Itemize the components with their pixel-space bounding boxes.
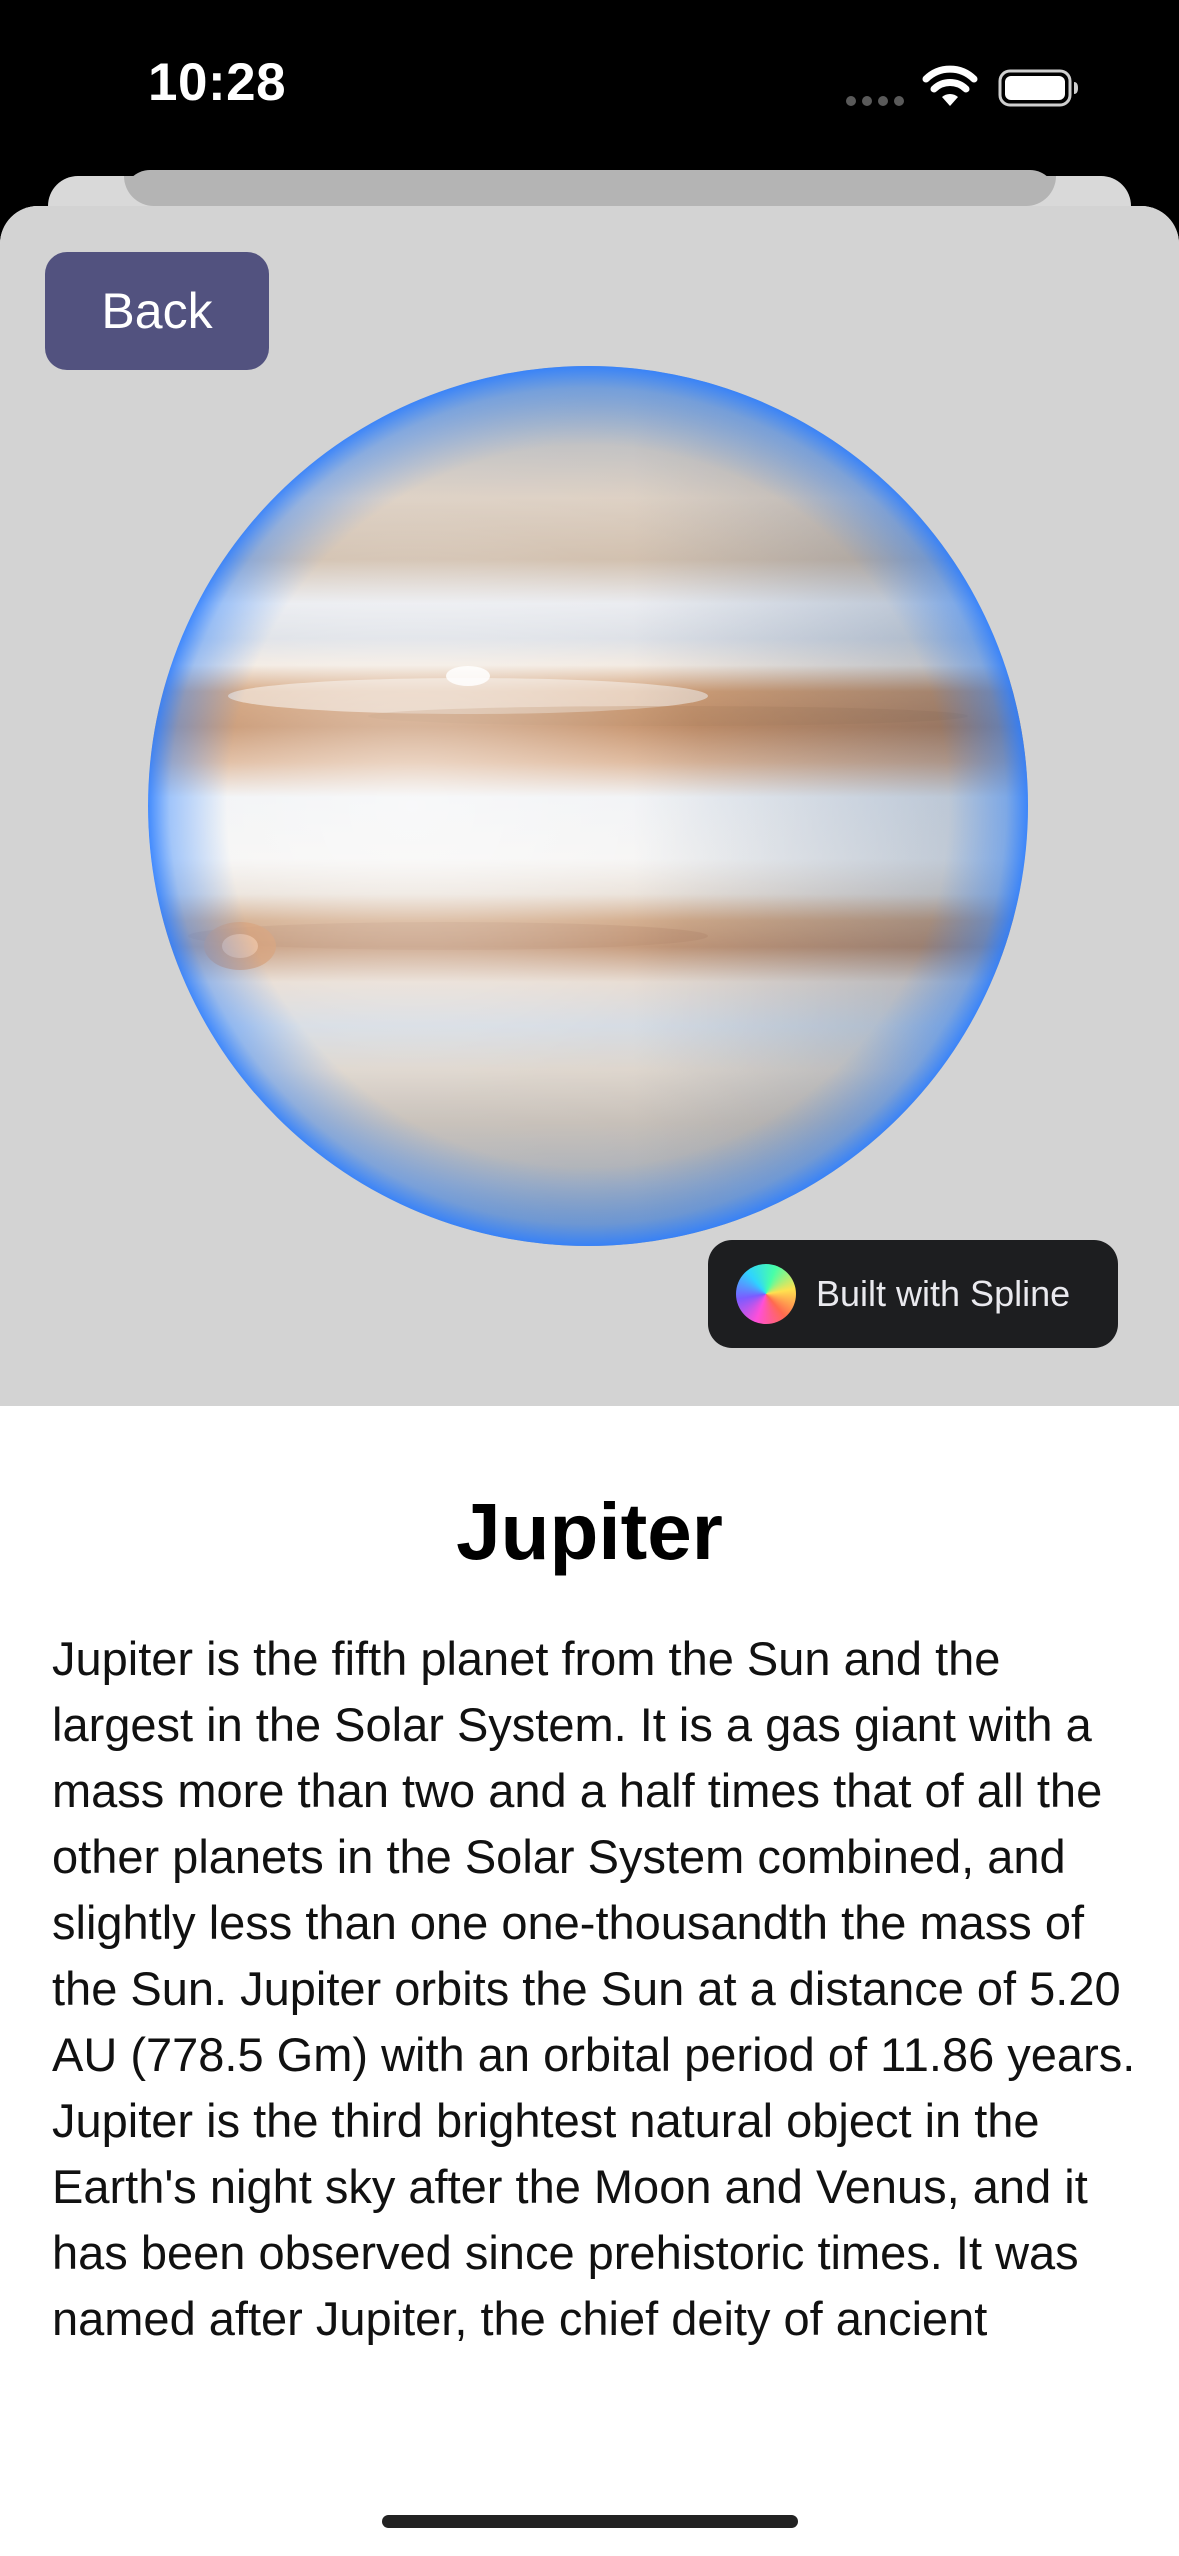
spline-scene[interactable]: Back Built with Spline xyxy=(0,206,1179,1406)
app-screen: 10:28 Back Built with Spline Jupiter Jup… xyxy=(0,0,1179,2556)
wifi-icon xyxy=(922,65,978,106)
spline-badge-label: Built with Spline xyxy=(816,1273,1071,1314)
battery-icon xyxy=(998,69,1078,107)
jupiter-planet-icon[interactable] xyxy=(148,366,1028,1246)
description-scroll-area[interactable]: Jupiter is the fifth planet from the Sun… xyxy=(52,1626,1142,2412)
home-indicator[interactable] xyxy=(382,2515,798,2528)
planet-description: Jupiter is the fifth planet from the Sun… xyxy=(52,1632,1136,2345)
built-with-spline-badge[interactable]: Built with Spline xyxy=(708,1240,1118,1348)
status-time: 10:28 xyxy=(148,53,287,112)
planet-title: Jupiter xyxy=(456,1487,723,1576)
spline-logo-icon xyxy=(736,1264,796,1324)
planet-detail-sheet: Back Built with Spline Jupiter Jupiter i… xyxy=(0,206,1179,2556)
back-button[interactable]: Back xyxy=(45,252,269,370)
cellular-signal-icon xyxy=(846,96,904,106)
